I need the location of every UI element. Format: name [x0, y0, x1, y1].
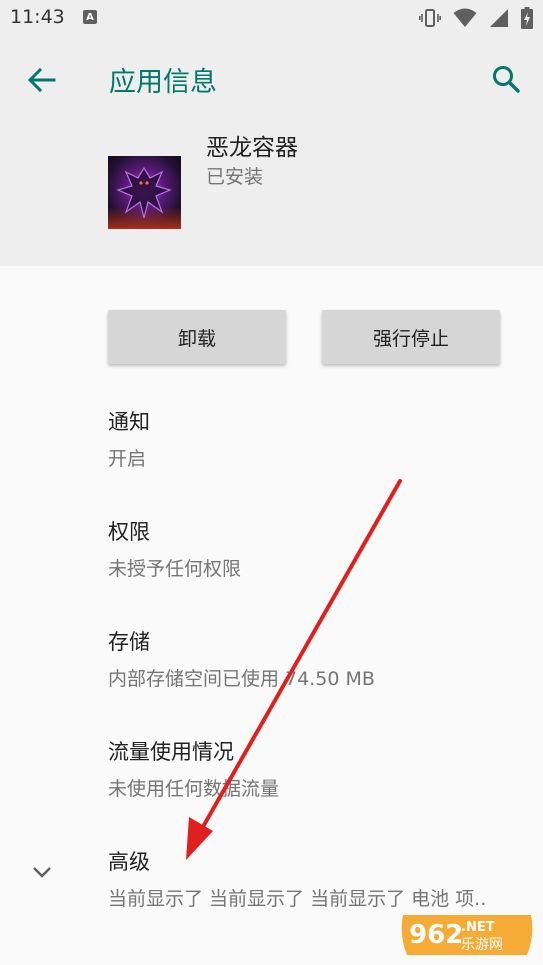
back-arrow-icon	[27, 67, 56, 93]
list-item-storage[interactable]: 存储 内部存储空间已使用 74.50 MB	[108, 626, 375, 691]
force-stop-button[interactable]: 强行停止	[322, 310, 500, 364]
signal-icon	[490, 9, 508, 27]
item-title: 高级	[108, 850, 150, 874]
list-item-advanced[interactable]: 高级 当前显示了 当前显示了 当前显示了 电池 项..	[108, 846, 486, 911]
item-subtitle: 未使用任何数据流量	[108, 778, 280, 800]
app-header: 应用信息 恶龙容器 已安装	[0, 36, 543, 266]
item-title: 存储	[108, 630, 150, 654]
item-title: 流量使用情况	[108, 740, 234, 764]
item-title: 通知	[108, 410, 150, 434]
app-name: 恶龙容器	[206, 135, 298, 161]
watermark-text: 乐游网	[461, 937, 503, 953]
list-item-notifications[interactable]: 通知 开启	[108, 406, 150, 471]
item-subtitle: 内部存储空间已使用 74.50 MB	[108, 668, 375, 690]
battery-charging-icon	[521, 7, 533, 29]
list-item-permissions[interactable]: 权限 未授予任何权限	[108, 516, 241, 581]
status-time: 11:43	[10, 6, 65, 28]
uninstall-button[interactable]: 卸载	[108, 310, 286, 364]
status-bar: 11:43 A	[0, 0, 543, 36]
list-item-data-usage[interactable]: 流量使用情况 未使用任何数据流量	[108, 736, 279, 801]
expand-advanced-button[interactable]	[30, 860, 54, 884]
notification-a-icon: A	[83, 10, 97, 24]
watermark-suffix: .NET	[461, 920, 495, 935]
item-title: 权限	[108, 520, 150, 544]
app-install-status: 已安装	[206, 166, 264, 188]
watermark-logo: 962 .NET 乐游网	[397, 909, 537, 961]
page-title: 应用信息	[109, 67, 217, 98]
back-button[interactable]	[24, 62, 60, 98]
status-icons	[419, 7, 533, 29]
item-subtitle: 当前显示了 当前显示了 当前显示了 电池 项..	[108, 888, 487, 910]
item-subtitle: 未授予任何权限	[108, 558, 242, 580]
search-icon	[493, 66, 520, 93]
wifi-icon	[453, 8, 477, 27]
search-button[interactable]	[489, 62, 525, 98]
app-icon	[108, 156, 181, 229]
chevron-down-icon	[33, 867, 51, 878]
watermark-number: 962	[409, 920, 463, 950]
vibrate-icon	[419, 9, 441, 27]
item-subtitle: 开启	[108, 448, 147, 470]
